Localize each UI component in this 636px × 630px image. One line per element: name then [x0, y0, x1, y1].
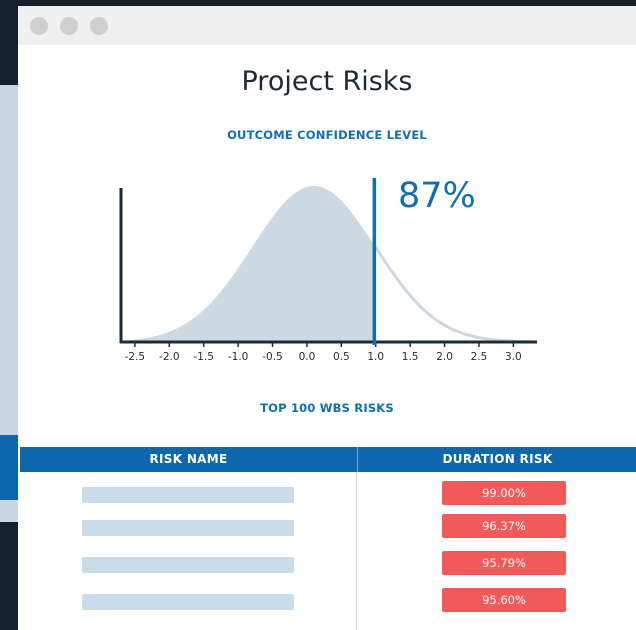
table-row[interactable]: 96.37% — [18, 514, 636, 544]
confidence-section-label: OUTCOME CONFIDENCE LEVEL — [227, 128, 427, 142]
app-window: Project Risks OUTCOME CONFIDENCE LEVEL -… — [18, 6, 636, 630]
x-tick-label: -0.5 — [262, 351, 283, 363]
x-tick-label: 2.5 — [471, 351, 488, 363]
page-title: Project Risks — [241, 66, 413, 97]
background-accent-bar — [0, 435, 18, 500]
confidence-percent: 87% — [398, 176, 476, 216]
distribution-curve-tail — [373, 244, 533, 344]
window-title-bar — [18, 6, 636, 45]
x-tick-label: 2.0 — [436, 351, 453, 363]
close-window-control[interactable] — [30, 17, 48, 35]
column-header-risk-name[interactable]: RISK NAME — [20, 447, 357, 472]
duration-risk-badge: 96.37% — [442, 514, 566, 538]
table-row[interactable]: 95.60% — [18, 588, 636, 618]
risks-section-label: TOP 100 WBS RISKS — [260, 401, 394, 415]
duration-risk-badge: 95.79% — [442, 551, 566, 575]
x-tick-label: 3.0 — [505, 351, 522, 363]
x-tick-label: -2.0 — [159, 351, 180, 363]
table-row[interactable]: 99.00% — [18, 481, 636, 511]
confidence-distribution-chart: -2.5 -2.0 -1.5 -1.0 -0.5 0.0 0.5 1.0 1.5 2.0 2.5 3.… — [119, 178, 537, 363]
x-tick-label: -1.0 — [228, 351, 249, 363]
zoom-window-control[interactable] — [90, 17, 108, 35]
duration-risk-badge: 99.00% — [442, 481, 566, 505]
x-tick-label: 0.0 — [299, 351, 316, 363]
table-row[interactable]: 95.79% — [18, 551, 636, 581]
risk-name-placeholder — [82, 594, 294, 610]
duration-risk-badge: 95.60% — [442, 588, 566, 612]
x-tick-label: 1.0 — [367, 351, 384, 363]
minimize-window-control[interactable] — [60, 17, 78, 35]
x-tick-label: 1.5 — [402, 351, 419, 363]
risks-table-header: RISK NAME DURATION RISK — [20, 447, 636, 472]
x-tick-label: -1.5 — [193, 351, 214, 363]
column-divider — [357, 447, 358, 472]
x-tick-label: -2.5 — [125, 351, 146, 363]
risk-name-placeholder — [82, 557, 294, 573]
x-tick-label: 0.5 — [333, 351, 350, 363]
column-header-duration-risk[interactable]: DURATION RISK — [359, 447, 636, 472]
risk-name-placeholder — [82, 520, 294, 536]
risk-name-placeholder — [82, 487, 294, 503]
confidence-area — [128, 186, 375, 342]
